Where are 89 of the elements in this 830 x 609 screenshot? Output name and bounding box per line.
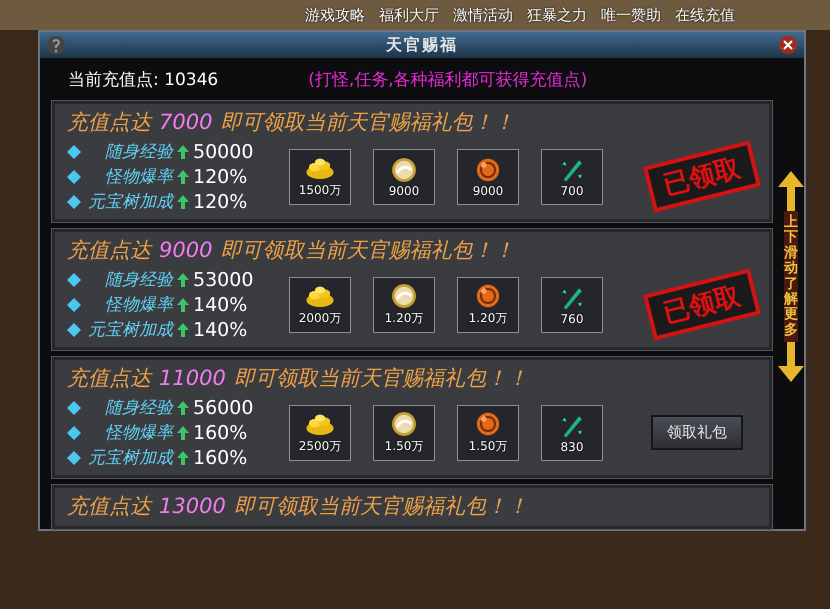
reward-slot[interactable]: 9000 — [373, 148, 435, 204]
up-arrow-icon[interactable] — [778, 171, 804, 211]
reward-slot[interactable]: 2000万 — [289, 276, 351, 332]
up-arrow-icon — [177, 426, 189, 440]
diamond-icon — [67, 426, 81, 440]
tier-threshold: 13000 — [159, 494, 226, 518]
down-arrow-icon[interactable] — [778, 342, 804, 382]
stat-label: 元宝树加成 — [87, 319, 173, 341]
up-arrow-icon — [177, 400, 189, 414]
diamond-icon — [67, 170, 81, 184]
diamond-icon — [67, 298, 81, 312]
stat-label: 随身经验 — [104, 141, 173, 163]
reward-amount: 1.20万 — [384, 310, 424, 327]
top-menu-link[interactable]: 狂暴之力 — [527, 6, 587, 24]
stat-label: 怪物爆率 — [104, 166, 173, 188]
stat-value: 160% — [193, 446, 248, 468]
stat-label: 怪物爆率 — [104, 422, 173, 444]
tier-threshold: 7000 — [159, 110, 212, 134]
claimed-stamp: 已领取 — [642, 140, 762, 213]
diamond-icon — [67, 400, 81, 414]
reward-slot[interactable]: 2500万 — [289, 404, 351, 460]
stat-value: 160% — [193, 422, 248, 444]
reward-amount: 1500万 — [298, 182, 342, 199]
stat-value: 140% — [193, 318, 248, 340]
stat-label: 怪物爆率 — [104, 294, 173, 316]
stat-value: 120% — [193, 166, 248, 188]
scroll-hint: 上下滑动了解更多 — [784, 211, 798, 342]
tier-prefix: 充值点达 — [67, 109, 151, 136]
up-arrow-icon — [177, 194, 189, 208]
tier-threshold: 9000 — [159, 238, 212, 262]
up-arrow-icon — [177, 272, 189, 286]
reward-slot[interactable]: 1500万 — [289, 148, 351, 204]
up-arrow-icon — [177, 144, 189, 158]
up-arrow-icon — [177, 450, 189, 464]
stat-label: 随身经验 — [104, 269, 173, 291]
help-icon[interactable] — [46, 35, 66, 55]
reward-slot[interactable]: 700 — [541, 148, 603, 204]
reward-amount: 2000万 — [298, 310, 342, 327]
tier-prefix: 充值点达 — [67, 365, 151, 392]
stat-label: 元宝树加成 — [87, 191, 173, 213]
top-menu-link[interactable]: 激情活动 — [453, 6, 513, 24]
reward-amount: 700 — [560, 184, 584, 198]
up-arrow-icon — [177, 322, 189, 336]
points-hint: (打怪,任务,各种福利都可获得充值点) — [308, 69, 588, 91]
top-menu-link[interactable]: 游戏攻略 — [305, 6, 365, 24]
reward-slot[interactable]: 1.50万 — [373, 404, 435, 460]
dialog-title: 天官赐福 — [386, 34, 458, 56]
stat-value: 56000 — [193, 396, 254, 418]
stat-value: 53000 — [193, 268, 254, 290]
points-label: 当前充值点: 10346 — [68, 69, 218, 91]
claimed-stamp: 已领取 — [642, 268, 762, 341]
reward-slot[interactable]: 1.20万 — [373, 276, 435, 332]
up-arrow-icon — [177, 170, 189, 184]
top-menu-link[interactable]: 福利大厅 — [379, 6, 439, 24]
reward-slot[interactable]: 1.50万 — [457, 404, 519, 460]
diamond-icon — [67, 322, 81, 336]
stat-value: 50000 — [193, 140, 254, 162]
tier-threshold: 11000 — [159, 366, 226, 390]
diamond-icon — [67, 450, 81, 464]
up-arrow-icon — [177, 298, 189, 312]
reward-amount: 830 — [560, 440, 584, 454]
close-icon[interactable] — [778, 35, 798, 55]
diamond-icon — [67, 144, 81, 158]
stat-value: 120% — [193, 190, 248, 212]
top-menu-link[interactable]: 在线充值 — [675, 6, 735, 24]
reward-amount: 1.50万 — [384, 438, 424, 455]
diamond-icon — [67, 194, 81, 208]
tier-description: 即可领取当前天官赐福礼包！！ — [234, 365, 528, 392]
reward-amount: 2500万 — [298, 438, 342, 455]
stat-value: 140% — [193, 294, 248, 316]
reward-slot[interactable]: 9000 — [457, 148, 519, 204]
reward-amount: 760 — [560, 312, 584, 326]
top-menu-link[interactable]: 唯一赞助 — [601, 6, 661, 24]
reward-amount: 1.20万 — [468, 310, 508, 327]
tier-description: 即可领取当前天官赐福礼包！！ — [220, 237, 514, 264]
reward-slot[interactable]: 1.20万 — [457, 276, 519, 332]
claim-button[interactable]: 领取礼包 — [651, 415, 743, 450]
reward-slot[interactable]: 830 — [541, 404, 603, 460]
reward-slot[interactable]: 760 — [541, 276, 603, 332]
tier-prefix: 充值点达 — [67, 493, 151, 520]
reward-amount: 9000 — [388, 184, 420, 198]
tier-description: 即可领取当前天官赐福礼包！！ — [234, 493, 528, 520]
diamond-icon — [67, 272, 81, 286]
tier-description: 即可领取当前天官赐福礼包！！ — [220, 109, 514, 136]
tier-prefix: 充值点达 — [67, 237, 151, 264]
stat-label: 随身经验 — [104, 397, 173, 419]
stat-label: 元宝树加成 — [87, 447, 173, 469]
reward-amount: 1.50万 — [468, 438, 508, 455]
reward-amount: 9000 — [472, 184, 504, 198]
